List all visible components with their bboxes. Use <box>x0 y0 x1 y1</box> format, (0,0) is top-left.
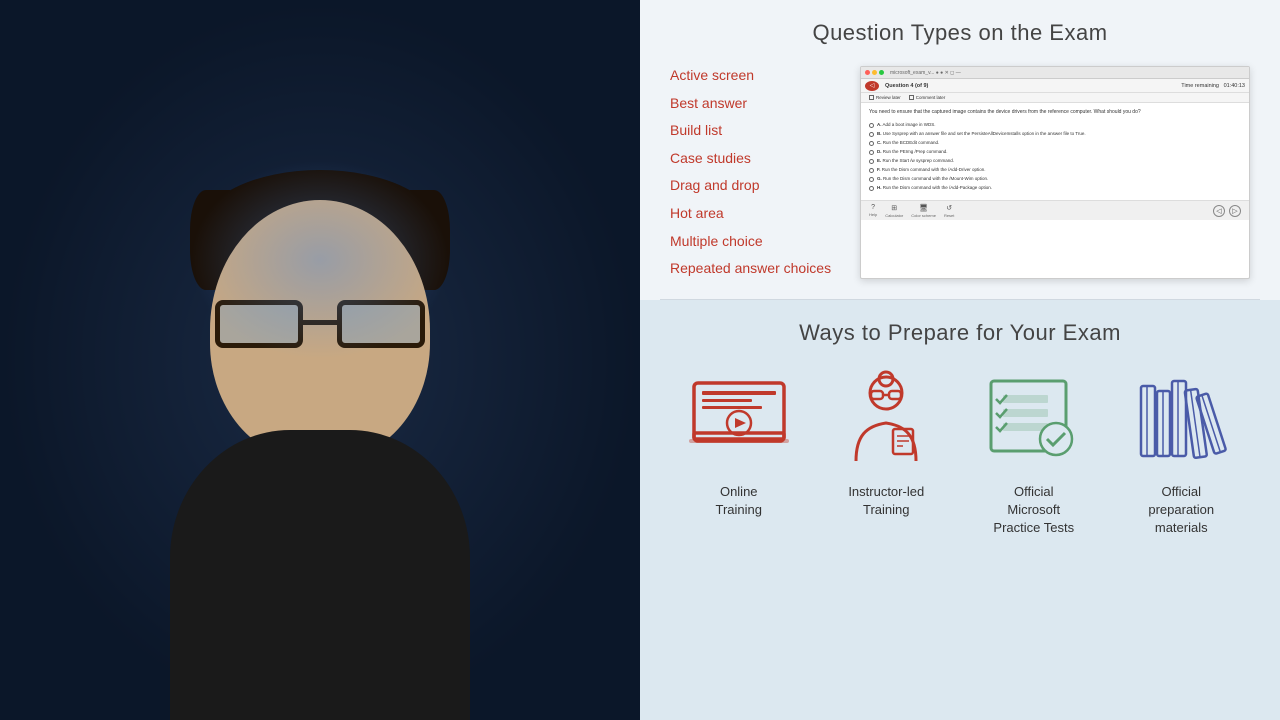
instructor-led-icon <box>831 371 941 471</box>
timer: Time remaining 01:40:13 <box>1181 83 1245 89</box>
screenshot-body: You need to ensure that the captured ima… <box>861 103 1249 200</box>
footer-icons: ? Help ⊞ Calculator 🖥 Color scheme ↺ <box>869 204 954 218</box>
online-training-icon <box>684 371 794 471</box>
reset-icon: ↺ <box>946 204 952 212</box>
answer-option: G. Run the Dism command with the /Mount-… <box>869 176 1241 182</box>
answer-option: A. Add a boot image in WDS. <box>869 122 1241 128</box>
comment-later: Comment later <box>909 95 946 100</box>
back-button: ◁ <box>865 81 879 91</box>
color-scheme-icon-item: 🖥 Color scheme <box>911 204 936 218</box>
question-types-content: Active screen Best answer Build list Case s… <box>670 66 1250 279</box>
practice-tests-label: OfficialMicrosoftPractice Tests <box>993 483 1074 538</box>
screenshot-footer: ? Help ⊞ Calculator 🖥 Color scheme ↺ <box>861 200 1249 220</box>
question-type-build-list[interactable]: Build list <box>670 121 840 141</box>
color-scheme-icon: 🖥 <box>919 204 928 212</box>
right-panel: Question Types on the Exam Active screen… <box>640 0 1280 720</box>
answer-option: B. Use Sysprep with an answer file and s… <box>869 131 1241 137</box>
exam-screenshot: microsoft_exam_v... ● ● ✕ ◻ — ◁ Question… <box>860 66 1250 279</box>
prepare-title: Ways to Prepare for Your Exam <box>670 320 1250 346</box>
question-type-repeated-answer-choices[interactable]: Repeated answer choices <box>670 259 840 279</box>
question-types-section: Question Types on the Exam Active screen… <box>640 0 1280 299</box>
preparation-materials-item: Officialpreparationmaterials <box>1113 371 1251 538</box>
screenshot-titlebar: microsoft_exam_v... ● ● ✕ ◻ — <box>861 67 1249 79</box>
calculator-icon: ⊞ <box>891 204 897 212</box>
calculator-icon-item: ⊞ Calculator <box>885 204 903 218</box>
answer-option: F. Run the Dism command with the /Add-Dr… <box>869 167 1241 173</box>
instructor-led-label: Instructor-ledTraining <box>848 483 924 519</box>
titlebar-text: microsoft_exam_v... ● ● ✕ ◻ — <box>890 70 1245 76</box>
answer-option: C. Run the BCDEdit command. <box>869 140 1241 146</box>
question-type-drag-and-drop[interactable]: Drag and drop <box>670 176 840 196</box>
screenshot-toolbar: ◁ Question 4 (of 9) Time remaining 01:40… <box>861 79 1249 93</box>
answer-options: A. Add a boot image in WDS. B. Use Syspre… <box>869 122 1241 191</box>
question-type-best-answer[interactable]: Best answer <box>670 94 840 114</box>
footer-nav: ◁ ▷ <box>1213 205 1241 217</box>
hero-image <box>0 0 640 720</box>
help-label: Help <box>869 212 877 217</box>
question-type-hot-area[interactable]: Hot area <box>670 204 840 224</box>
color-scheme-label: Color scheme <box>911 213 936 218</box>
instructor-led-item: Instructor-ledTraining <box>818 371 956 519</box>
online-training-item: OnlineTraining <box>670 371 808 519</box>
calculator-label: Calculator <box>885 213 903 218</box>
online-training-label: OnlineTraining <box>716 483 762 519</box>
review-later: Review later <box>869 95 901 100</box>
ways-to-prepare-section: Ways to Prepare for Your Exam <box>640 300 1280 720</box>
question-text: You need to ensure that the captured ima… <box>869 109 1241 116</box>
question-info: Question 4 (of 9) <box>885 83 1175 89</box>
question-type-active-screen[interactable]: Active screen <box>670 66 840 86</box>
preparation-materials-icon <box>1126 371 1236 471</box>
question-types-list: Active screen Best answer Build list Case s… <box>670 66 840 279</box>
answer-option: D. Run the PEImg /Prep command. <box>869 149 1241 155</box>
prepare-icons-container: OnlineTraining <box>670 371 1250 538</box>
person-silhouette <box>110 120 530 720</box>
screenshot-nav: Review later Comment later <box>861 93 1249 103</box>
next-button[interactable]: ▷ <box>1229 205 1241 217</box>
practice-tests-item: OfficialMicrosoftPractice Tests <box>965 371 1103 538</box>
answer-option: H. Run the Dism command with the /Add-Pa… <box>869 185 1241 191</box>
help-icon: ? <box>871 204 875 211</box>
question-type-case-studies[interactable]: Case studies <box>670 149 840 169</box>
previous-button[interactable]: ◁ <box>1213 205 1225 217</box>
help-icon-item: ? Help <box>869 204 877 217</box>
reset-label: Reset <box>944 213 954 218</box>
question-types-title: Question Types on the Exam <box>670 20 1250 46</box>
question-type-multiple-choice[interactable]: Multiple choice <box>670 232 840 252</box>
reset-icon-item: ↺ Reset <box>944 204 954 218</box>
answer-option: E. Run the Start /w sysprep command. <box>869 158 1241 164</box>
practice-tests-icon <box>979 371 1089 471</box>
preparation-materials-label: Officialpreparationmaterials <box>1148 483 1214 538</box>
